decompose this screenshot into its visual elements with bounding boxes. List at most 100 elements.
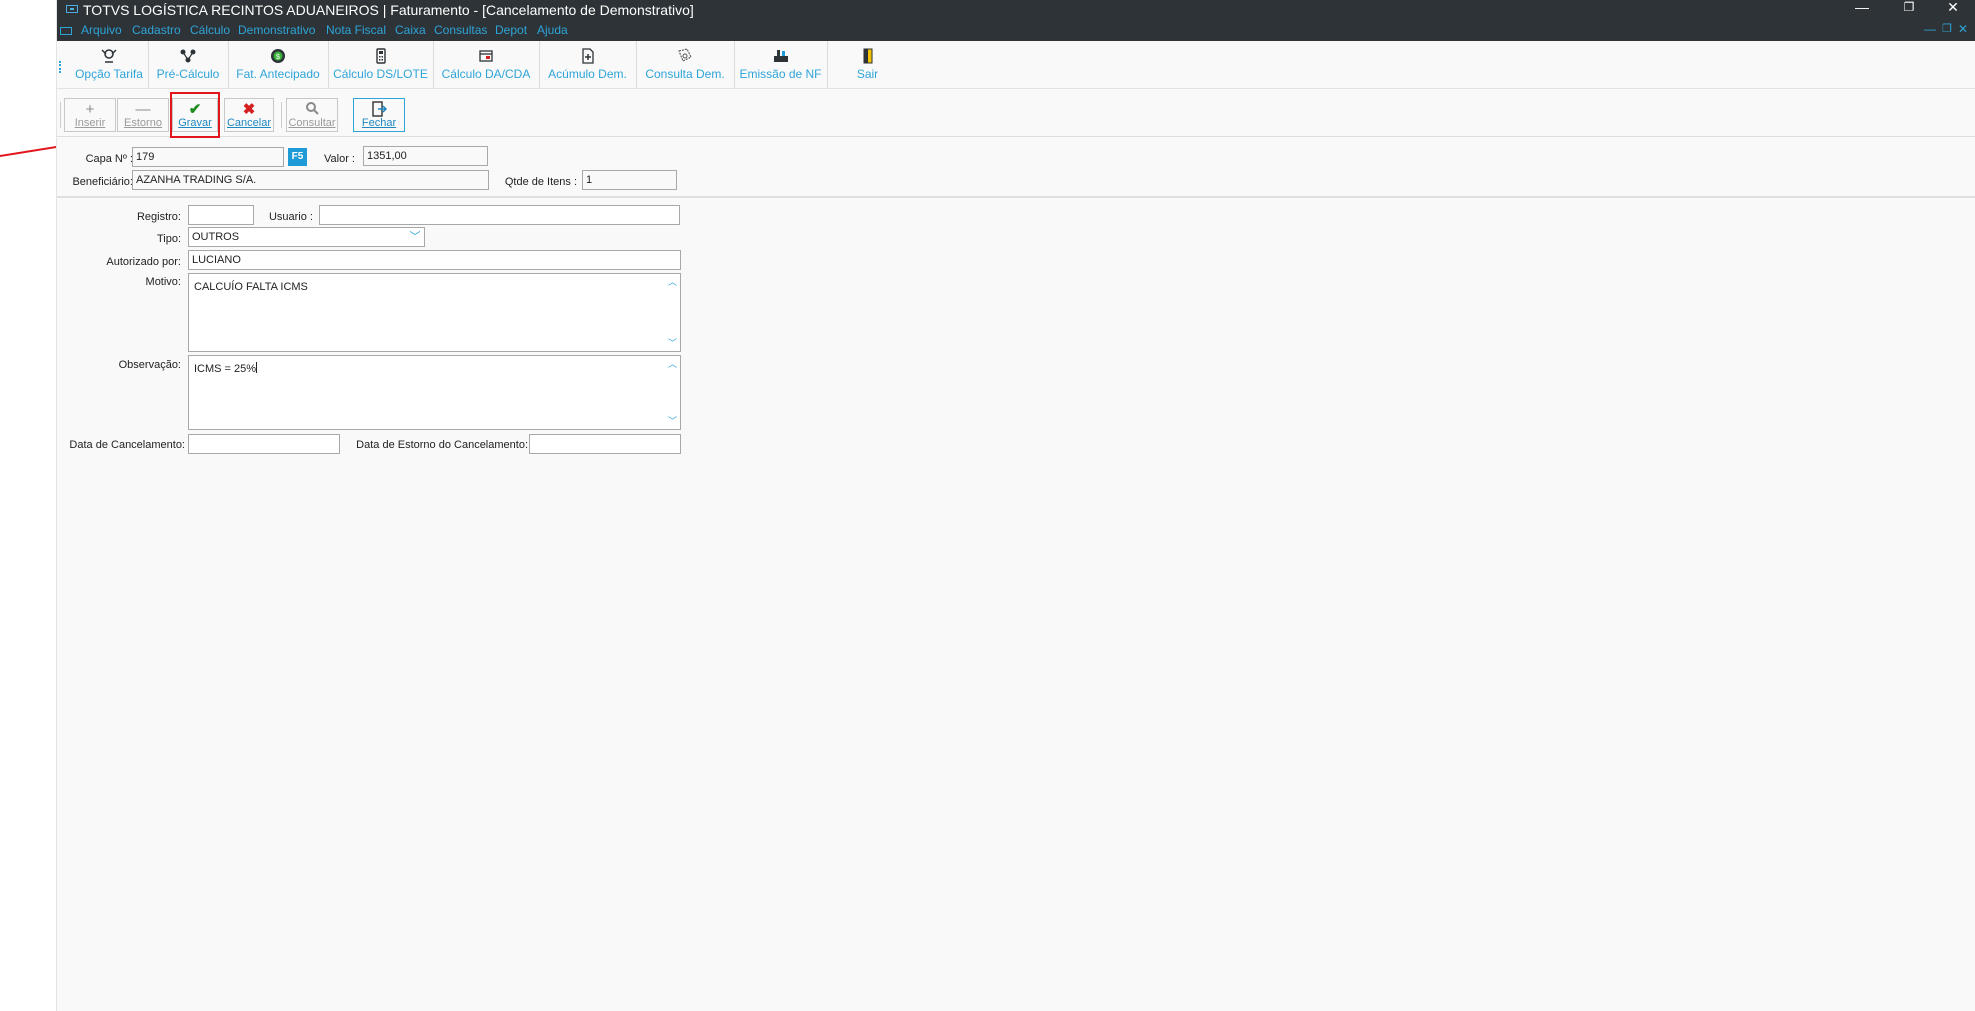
- cancelar-button[interactable]: ✖ Cancelar: [224, 98, 274, 132]
- menu-nota-fiscal[interactable]: Nota Fiscal: [326, 23, 386, 37]
- f5-button[interactable]: F5: [288, 148, 307, 166]
- chevron-down-icon[interactable]: ﹀: [408, 229, 422, 245]
- opcao-tarifa-label: Opção Tarifa: [75, 67, 143, 81]
- pre-calculo-button[interactable]: Pré-Cálculo: [148, 41, 229, 88]
- mdi-restore-icon[interactable]: ❐: [1942, 22, 1952, 35]
- calculo-da-cda-button[interactable]: Cálculo DA/CDA: [433, 41, 540, 88]
- window-title: TOTVS LOGÍSTICA RECINTOS ADUANEIROS | Fa…: [83, 2, 694, 18]
- tipo-selected-value: OUTROS: [192, 231, 240, 243]
- consultar-label: Consultar: [288, 117, 336, 129]
- acumulo-dem-label: Acúmulo Dem.: [548, 67, 627, 81]
- menu-caixa[interactable]: Caixa: [395, 23, 426, 37]
- title-bar: TOTVS LOGÍSTICA RECINTOS ADUANEIROS | Fa…: [57, 0, 1975, 41]
- menu-cadastro[interactable]: Cadastro: [132, 23, 181, 37]
- application-window: TOTVS LOGÍSTICA RECINTOS ADUANEIROS | Fa…: [56, 0, 1975, 1011]
- opcao-tarifa-button[interactable]: Opção Tarifa: [70, 41, 149, 88]
- close-icon[interactable]: ✕: [1943, 0, 1963, 16]
- calculator-icon: [372, 48, 390, 65]
- motivo-label: Motivo:: [145, 276, 181, 288]
- window-calc-icon: [477, 48, 495, 65]
- emissao-nf-label: Emissão de NF: [739, 67, 822, 81]
- autorizado-label: Autorizado por:: [106, 256, 181, 268]
- estorno-button[interactable]: — Estorno: [117, 98, 169, 132]
- tipo-select[interactable]: OUTROS ﹀: [188, 227, 425, 247]
- gravar-button[interactable]: ✔ Gravar: [172, 98, 218, 132]
- observacao-text: ICMS = 25%: [194, 363, 257, 375]
- usuario-field[interactable]: [319, 205, 680, 225]
- chevron-up-icon[interactable]: ︿: [665, 276, 680, 288]
- query-doc-icon: [676, 48, 694, 65]
- data-cancelamento-label: Data de Cancelamento:: [69, 439, 185, 451]
- registro-field[interactable]: [188, 205, 254, 225]
- capa-label: Capa Nº :: [85, 153, 133, 165]
- invoice-issue-icon: [772, 48, 790, 65]
- qtde-itens-label: Qtde de Itens :: [504, 176, 577, 188]
- minimize-icon[interactable]: —: [1852, 0, 1872, 15]
- cancelar-label: Cancelar: [226, 117, 272, 129]
- menu-calculo[interactable]: Cálculo: [190, 23, 230, 37]
- observacao-label: Observação:: [118, 359, 181, 371]
- app-window-icon: [66, 5, 78, 13]
- toolbar-grip[interactable]: [59, 61, 63, 73]
- menu-depot[interactable]: Depot: [495, 23, 527, 37]
- beneficiario-field[interactable]: AZANHA TRADING S/A.: [132, 170, 489, 190]
- menu-demonstrativo[interactable]: Demonstrativo: [238, 23, 315, 37]
- pre-calculo-label: Pré-Cálculo: [156, 67, 220, 81]
- acumulo-dem-button[interactable]: Acúmulo Dem.: [539, 41, 637, 88]
- data-estorno-label: Data de Estorno do Cancelamento:: [356, 439, 528, 451]
- accumulate-doc-icon: [579, 48, 597, 65]
- checkmark-icon: ✔: [188, 101, 202, 118]
- advance-billing-icon: $: [269, 48, 287, 65]
- restore-icon[interactable]: ❐: [1899, 0, 1919, 14]
- capa-field[interactable]: 179: [132, 147, 284, 167]
- mdi-minimize-icon[interactable]: —: [1924, 22, 1936, 36]
- chevron-down-icon[interactable]: ﹀: [665, 415, 680, 427]
- beneficiario-label: Beneficiário:: [72, 176, 133, 188]
- consulta-dem-button[interactable]: Consulta Dem.: [636, 41, 735, 88]
- plus-icon: +: [85, 101, 95, 118]
- magnifier-icon: [287, 101, 337, 117]
- mdi-close-icon[interactable]: ✕: [1958, 22, 1968, 36]
- valor-label: Valor :: [324, 153, 355, 165]
- calculo-ds-lote-label: Cálculo DS/LOTE: [333, 67, 428, 81]
- menu-bar: Arquivo Cadastro Cálculo Demonstrativo N…: [57, 22, 1975, 40]
- estorno-label: Estorno: [124, 117, 162, 129]
- calculo-ds-lote-button[interactable]: Cálculo DS/LOTE: [328, 41, 434, 88]
- system-menu-icon[interactable]: [60, 27, 72, 35]
- action-toolbar: + Inserir — Estorno ✔ Gravar ✖ Cancelar …: [57, 92, 1975, 137]
- emissao-nf-button[interactable]: Emissão de NF: [734, 41, 828, 88]
- autorizado-field[interactable]: LUCIANO: [188, 250, 681, 270]
- inserir-button[interactable]: + Inserir: [64, 98, 116, 132]
- minus-icon: —: [135, 101, 151, 118]
- chevron-down-icon[interactable]: ﹀: [665, 337, 680, 349]
- motivo-text: CALCUÍO FALTA ICMS: [194, 281, 308, 293]
- observacao-scrollbar[interactable]: ︿ ﹀: [665, 356, 680, 429]
- pre-calculation-icon: [179, 48, 197, 65]
- fat-antecipado-button[interactable]: $ Fat. Antecipado: [228, 41, 329, 88]
- main-toolbar: Opção Tarifa Pré-Cálculo $ Fat. Antecipa…: [57, 41, 1975, 89]
- menu-consultas[interactable]: Consultas: [434, 23, 487, 37]
- data-cancelamento-field[interactable]: [188, 434, 340, 454]
- motivo-scrollbar[interactable]: ︿ ﹀: [665, 274, 680, 351]
- fechar-button[interactable]: Fechar: [353, 98, 405, 132]
- calculo-da-cda-label: Cálculo DA/CDA: [441, 67, 531, 81]
- motivo-textarea[interactable]: CALCUÍO FALTA ICMS ︿ ﹀: [188, 273, 681, 352]
- registro-label: Registro:: [136, 211, 181, 223]
- chevron-up-icon[interactable]: ︿: [665, 358, 680, 370]
- menu-ajuda[interactable]: Ajuda: [537, 23, 568, 37]
- valor-field[interactable]: 1351,00: [363, 146, 488, 166]
- exit-door-icon: [859, 48, 877, 65]
- menu-arquivo[interactable]: Arquivo: [81, 23, 122, 37]
- gravar-label: Gravar: [178, 117, 212, 129]
- tariff-option-icon: [100, 48, 118, 65]
- toolbar-separator: [281, 102, 282, 128]
- consultar-button[interactable]: Consultar: [286, 98, 338, 132]
- data-estorno-field[interactable]: [529, 434, 681, 454]
- toolbar-separator: [60, 102, 61, 128]
- fechar-label: Fechar: [361, 117, 397, 129]
- sair-button[interactable]: Sair: [827, 41, 908, 88]
- consulta-dem-label: Consulta Dem.: [645, 67, 725, 81]
- qtde-itens-field[interactable]: 1: [582, 170, 677, 190]
- observacao-textarea[interactable]: ICMS = 25% ︿ ﹀: [188, 355, 681, 430]
- text-cursor: [256, 362, 258, 373]
